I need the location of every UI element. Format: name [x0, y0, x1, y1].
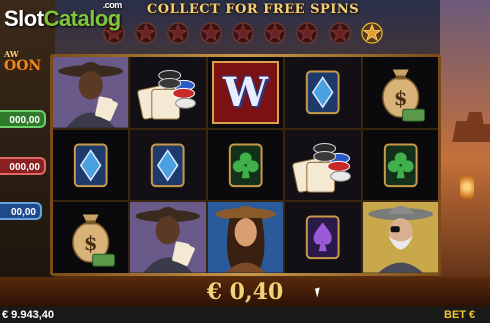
reel-symbol-poker-chips-cards: [130, 57, 206, 128]
reel-symbol-wild-w: W: [207, 57, 284, 128]
money-bag-dollar-icon: $: [72, 214, 115, 267]
bet-label[interactable]: BET €: [444, 309, 475, 321]
win-amount: € 0,40: [206, 279, 284, 305]
reel-symbol-cowboy-black-cards: [53, 57, 129, 128]
club-card-icon: [383, 143, 418, 187]
cowboy-black-cards-icon: [130, 202, 206, 273]
svg-text:$: $: [393, 86, 407, 110]
wild-letter: W: [223, 68, 268, 116]
money-bag-dollar-icon: $: [381, 69, 425, 122]
game-logo: AW OON: [4, 49, 42, 74]
spade-card-icon: [306, 215, 340, 260]
jackpot-mini: 00,00: [0, 202, 42, 220]
sheriff-star-icon: [296, 22, 318, 44]
reel-symbol-diamond-card: [285, 57, 361, 128]
reel-symbol-poker-chips-cards: [285, 129, 361, 201]
diamond-card-icon: [306, 70, 340, 115]
balance-display: € 9.943,40: [2, 309, 54, 321]
reel-symbol-old-cowboy-eyepatch: [362, 202, 438, 273]
bottom-bar: [0, 307, 490, 323]
reel-grid: W $ $: [53, 57, 438, 273]
reel-symbol-club-card: [362, 129, 438, 201]
reel-symbol-diamond-card: [53, 129, 129, 201]
watermark-logo: SlotCatalog.com: [4, 0, 122, 31]
reel-symbol-cowboy-black-cards: [130, 202, 206, 273]
background-saloon-left: [0, 0, 55, 290]
sheriff-star-icon: [328, 22, 351, 44]
reel-symbol-money-bag-dollar: $: [53, 202, 129, 273]
poker-chips-cards-icon: [292, 142, 352, 193]
jackpot-major: 000,00: [0, 110, 46, 128]
reel-symbol-money-bag-dollar: $: [362, 57, 438, 128]
sheriff-star-icon: [361, 22, 383, 44]
sheriff-star-icon: [167, 22, 190, 44]
sheriff-star-icon: [232, 22, 254, 44]
reel-symbol-cowgirl: [207, 202, 284, 273]
sheriff-star-icon: [200, 22, 222, 44]
reel-symbol-spade-card: [285, 202, 361, 273]
reel-symbol-club-card: [207, 129, 284, 201]
svg-text:$: $: [84, 232, 98, 256]
jackpot-minor: 000,00: [0, 157, 46, 175]
collect-title: COLLECT FOR FREE SPINS: [146, 2, 360, 17]
lantern-icon: [460, 175, 474, 199]
cowboy-black-cards-icon: [53, 57, 129, 128]
wild-symbol: W: [211, 61, 280, 124]
reel-symbol-diamond-card: [130, 129, 206, 201]
old-cowboy-eyepatch-icon: [362, 202, 438, 273]
poker-chips-cards-icon: [137, 70, 197, 120]
club-card-icon: [228, 143, 263, 187]
diamond-card-icon: [73, 143, 108, 187]
background-desert-right: [440, 0, 490, 290]
star-collector: [100, 20, 390, 48]
cowgirl-icon: [207, 202, 284, 273]
diamond-card-icon: [151, 143, 185, 187]
sheriff-star-icon: [264, 22, 286, 44]
